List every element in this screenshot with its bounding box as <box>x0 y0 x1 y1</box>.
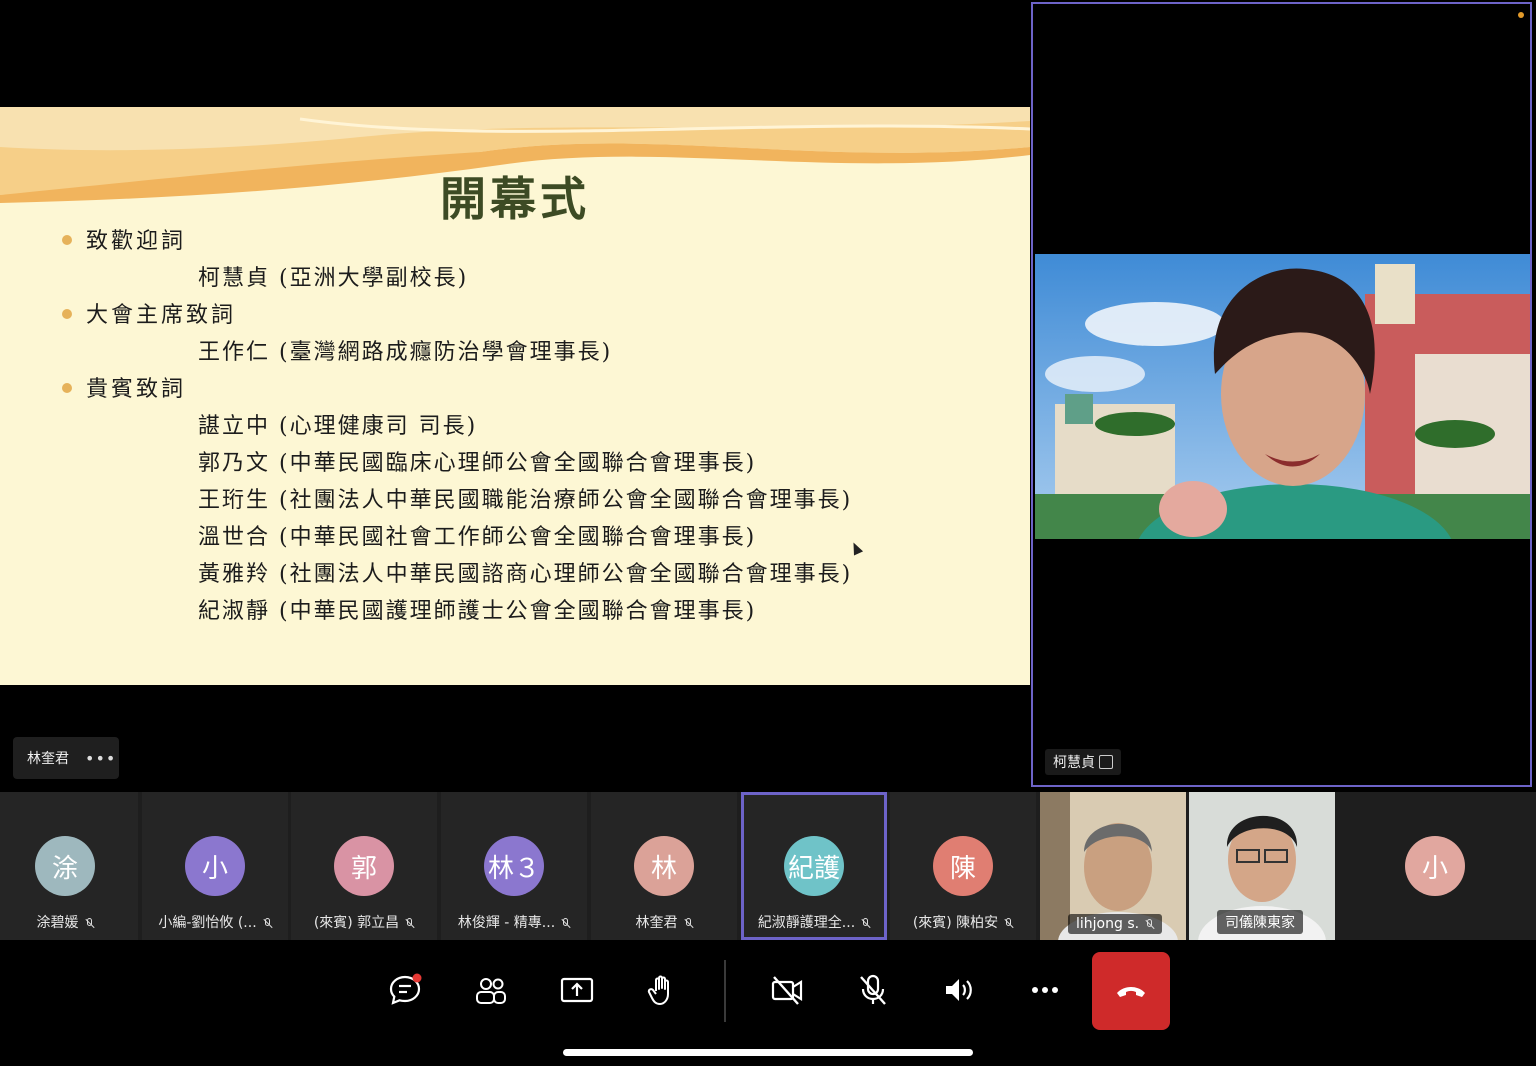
participant-strip: 涂 涂碧媛 小 小編-劉怡攸 (... 郭 (來賓) 郭立昌 林３ 林俊輝 - … <box>0 792 1536 940</box>
more-icon <box>1032 987 1058 993</box>
avatar: 郭 <box>334 836 394 896</box>
end-call-button[interactable] <box>1092 952 1170 1030</box>
participant-name: (來賓) 郭立昌 <box>291 912 437 932</box>
section-item: 溫世合 (中華民國社會工作師公會全國聯合會理事長) <box>198 525 757 550</box>
spotlight-icon <box>1099 755 1113 769</box>
bullet-icon <box>62 309 72 319</box>
participant-video-tile[interactable]: lihjong s. <box>1040 792 1186 940</box>
participant-tile[interactable]: 小 小編-劉怡攸 (... <box>142 792 288 940</box>
chat-icon <box>389 973 422 1005</box>
participants-icon <box>476 978 506 1004</box>
mic-muted-icon <box>861 917 870 929</box>
section-item: 黃雅羚 (社團法人中華民國諮商心理師公會全國聯合會理事長) <box>198 562 853 587</box>
section-heading: 致歡迎詞 <box>62 227 186 257</box>
share-icon <box>560 977 594 1003</box>
section-item: 郭乃文 (中華民國臨床心理師公會全國聯合會理事長) <box>198 451 757 476</box>
mic-off-icon <box>860 974 886 1005</box>
mic-muted-icon <box>263 917 272 929</box>
participant-name: 林俊輝 - 精專... <box>441 912 587 932</box>
participant-name: 涂碧媛 <box>0 912 138 932</box>
speaker-name: 柯慧貞 <box>1053 755 1095 771</box>
participant-video-tile[interactable]: 司儀陳東家 <box>1189 792 1335 940</box>
speaker-video <box>1035 254 1530 539</box>
presentation-slide: 開幕式 致歡迎詞 柯慧貞 (亞洲大學副校長) 大會主席致詞 王作仁 (臺灣網路成… <box>0 107 1030 685</box>
participant-tile[interactable]: 郭 (來賓) 郭立昌 <box>291 792 437 940</box>
participant-tile[interactable]: 林 林奎君 <box>591 792 737 940</box>
toolbar-divider <box>724 960 726 1022</box>
raise-hand-icon <box>647 975 669 1005</box>
avatar: 林 <box>634 836 694 896</box>
participant-tile-active[interactable]: 紀護 紀淑靜護理全... <box>741 792 887 940</box>
speaker-video-frame <box>1035 254 1530 539</box>
section-item: 柯慧貞 (亞洲大學副校長) <box>198 266 469 291</box>
avatar: 紀護 <box>784 836 844 896</box>
participant-tile[interactable]: 陳 (來賓) 陳柏安 <box>890 792 1036 940</box>
speaker-name-label: 柯慧貞 <box>1045 749 1121 775</box>
avatar: 小 <box>185 836 245 896</box>
participant-name: lihjong s. <box>1068 914 1163 934</box>
home-indicator[interactable] <box>563 1049 973 1056</box>
share-screen-button[interactable] <box>539 950 615 1030</box>
participant-name: 林奎君 <box>591 912 737 932</box>
participant-name: 小編-劉怡攸 (... <box>142 912 288 932</box>
mic-muted-icon <box>405 917 414 929</box>
section-item: 紀淑靜 (中華民國護理師護士公會全國聯合會理事長) <box>198 599 757 624</box>
speaker-button[interactable] <box>921 950 997 1030</box>
participants-button[interactable] <box>453 950 529 1030</box>
avatar: 陳 <box>933 836 993 896</box>
raise-hand-button[interactable] <box>625 950 701 1030</box>
participant-name: 紀淑靜護理全... <box>744 912 884 932</box>
mic-muted-icon <box>561 917 570 929</box>
mic-toggle-button[interactable] <box>835 950 911 1030</box>
more-button[interactable] <box>1007 950 1083 1030</box>
presenter-name-tag[interactable]: 林奎君 ••• <box>13 737 119 779</box>
camera-off-icon <box>771 976 803 1005</box>
speaker-icon <box>946 979 972 1001</box>
camera-toggle-button[interactable] <box>749 950 825 1030</box>
chat-button[interactable] <box>367 950 443 1030</box>
mic-muted-icon <box>85 917 94 929</box>
participant-tile[interactable]: 林３ 林俊輝 - 精專... <box>441 792 587 940</box>
bullet-icon <box>62 383 72 393</box>
section-item: 王珩生 (社團法人中華民國職能治療師公會全國聯合會理事長) <box>198 488 853 513</box>
mic-muted-icon <box>1145 918 1154 930</box>
participant-name: (來賓) 陳柏安 <box>890 912 1036 932</box>
bullet-icon <box>62 235 72 245</box>
more-options-icon[interactable]: ••• <box>85 749 116 768</box>
section-item: 王作仁 (臺灣網路成癮防治學會理事長) <box>198 340 613 365</box>
avatar: 小 <box>1405 836 1465 896</box>
presenter-name: 林奎君 <box>27 751 69 767</box>
participant-name: 司儀陳東家 <box>1217 910 1303 934</box>
meeting-toolbar <box>0 940 1536 1066</box>
section-heading: 貴賓致詞 <box>62 375 186 405</box>
participant-tile[interactable]: 小 <box>1362 792 1508 940</box>
section-item: 諶立中 (心理健康司 司長) <box>198 414 478 439</box>
end-call-icon <box>1117 987 1145 997</box>
slide-title: 開幕式 <box>440 172 590 226</box>
status-dot <box>1518 12 1524 18</box>
section-heading: 大會主席致詞 <box>62 301 236 331</box>
mic-muted-icon <box>1004 917 1013 929</box>
mic-muted-icon <box>684 917 693 929</box>
active-speaker-tile[interactable]: 柯慧貞 <box>1031 2 1532 787</box>
avatar: 涂 <box>35 836 95 896</box>
shared-content-area: 開幕式 致歡迎詞 柯慧貞 (亞洲大學副校長) 大會主席致詞 王作仁 (臺灣網路成… <box>0 0 1030 790</box>
avatar: 林３ <box>484 836 544 896</box>
participant-tile[interactable]: 涂 涂碧媛 <box>0 792 138 940</box>
